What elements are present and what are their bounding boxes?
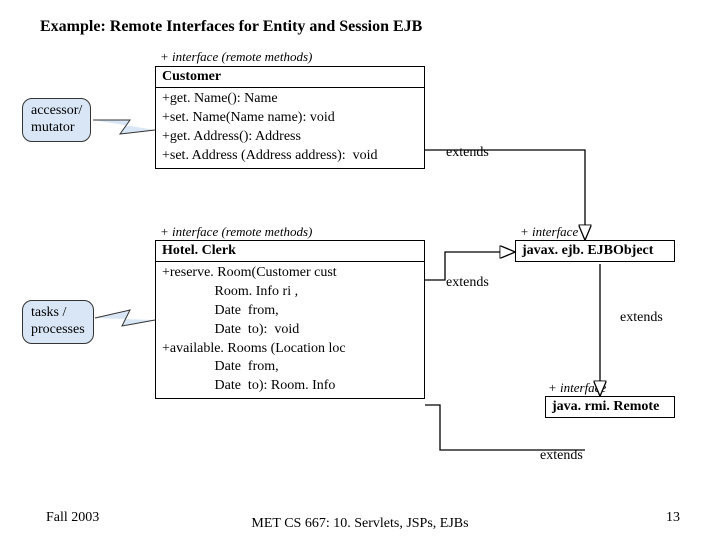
stereotype-ejbobject: + interface [520, 224, 578, 240]
callout-tasks-processes-text: tasks / processes [31, 305, 85, 337]
stereotype-customer: + interface (remote methods) [160, 49, 312, 65]
extends-label-3: extends [620, 310, 663, 326]
footer-right: 13 [666, 510, 680, 526]
uml-remote: java. rmi. Remote [545, 396, 675, 418]
callout-tasks-processes: tasks / processes [22, 300, 94, 344]
uml-customer: Customer +get. Name(): Name +set. Name(N… [155, 66, 425, 169]
extends-label-4: extends [540, 448, 583, 464]
page-title: Example: Remote Interfaces for Entity an… [40, 18, 422, 36]
uml-hotelclerk-name: Hotel. Clerk [156, 241, 424, 262]
extends-label-1: extends [446, 145, 489, 161]
stereotype-hotelclerk: + interface (remote methods) [160, 224, 312, 240]
extends-label-2: extends [446, 275, 489, 291]
stereotype-remote: + interface [548, 380, 606, 396]
footer-left: Fall 2003 [46, 510, 99, 526]
uml-ejbobject: javax. ejb. EJBObject [515, 240, 675, 262]
uml-ejbobject-name: javax. ejb. EJBObject [516, 241, 674, 261]
uml-remote-name: java. rmi. Remote [546, 397, 674, 417]
callout-accessor-mutator-text: accessor/ mutator [31, 103, 82, 135]
callout-accessor-mutator: accessor/ mutator [22, 98, 91, 142]
uml-hotelclerk-ops: +reserve. Room(Customer cust Room. Info … [156, 262, 424, 398]
footer-mid: MET CS 667: 10. Servlets, JSPs, EJBs [230, 516, 490, 532]
uml-customer-name: Customer [156, 67, 424, 88]
uml-hotelclerk: Hotel. Clerk +reserve. Room(Customer cus… [155, 240, 425, 399]
uml-customer-ops: +get. Name(): Name +set. Name(Name name)… [156, 88, 424, 168]
